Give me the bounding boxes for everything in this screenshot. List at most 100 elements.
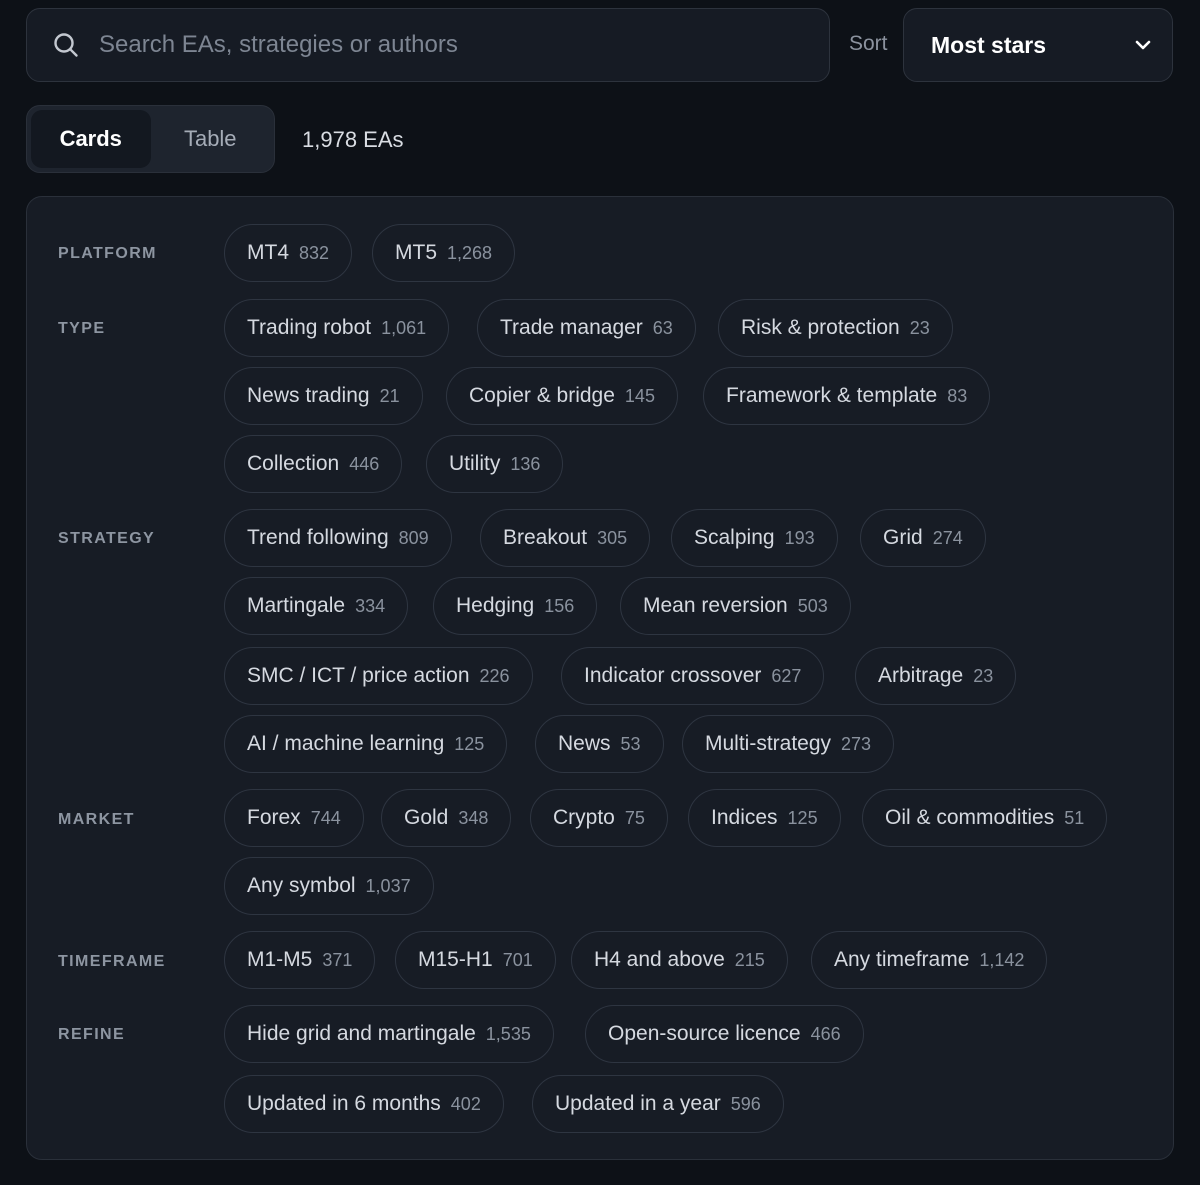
chip-count: 83 <box>947 385 968 406</box>
filter-chip-indices[interactable]: Indices 125 <box>688 789 841 847</box>
chip-count: 305 <box>597 527 628 548</box>
chip-count: 1,268 <box>447 242 493 263</box>
filter-chip-open-source-licence[interactable]: Open-source licence 466 <box>585 1005 864 1063</box>
chip-count: 832 <box>299 242 330 263</box>
chip-label: M15-H1 <box>418 948 493 971</box>
filter-chip-gold[interactable]: Gold 348 <box>381 789 512 847</box>
chip-count: 125 <box>787 807 818 828</box>
chip-label: Crypto <box>553 806 615 829</box>
search-bar[interactable] <box>26 8 830 82</box>
chip-count: 466 <box>810 1023 841 1044</box>
chip-count: 744 <box>310 807 341 828</box>
chip-count: 145 <box>624 385 655 406</box>
chip-count: 273 <box>841 733 872 754</box>
filter-chip-mt4[interactable]: MT4 832 <box>224 224 353 282</box>
filter-chip-m1-m5[interactable]: M1-M5 371 <box>224 931 376 989</box>
chip-count: 136 <box>510 453 541 474</box>
sort-select[interactable]: Most stars <box>903 8 1173 82</box>
chip-label: Trading robot <box>247 316 372 339</box>
filter-chip-any-symbol[interactable]: Any symbol 1,037 <box>224 857 434 915</box>
chip-label: News trading <box>247 384 370 407</box>
chip-count: 1,142 <box>979 949 1025 970</box>
chip-label: Arbitrage <box>878 664 964 687</box>
filter-chip-h4-and-above[interactable]: H4 and above 215 <box>571 931 788 989</box>
chip-label: Trend following <box>247 526 389 549</box>
chip-count: 348 <box>458 807 489 828</box>
filter-chip-any-timeframe[interactable]: Any timeframe 1,142 <box>811 931 1048 989</box>
filter-chip-scalping[interactable]: Scalping 193 <box>671 509 838 567</box>
chip-label: Mean reversion <box>643 594 788 617</box>
filter-chip-grid[interactable]: Grid 274 <box>860 509 986 567</box>
filter-chip-trend-following[interactable]: Trend following 809 <box>224 509 452 567</box>
chip-label: H4 and above <box>594 948 725 971</box>
filter-chip-collection[interactable]: Collection 446 <box>224 435 403 493</box>
filter-chip-mt5[interactable]: MT5 1,268 <box>372 224 516 282</box>
chip-label: Open-source licence <box>608 1022 801 1045</box>
chip-count: 23 <box>973 665 994 686</box>
search-input[interactable] <box>99 31 779 59</box>
filter-chip-m15-h1[interactable]: M15-H1 701 <box>395 931 556 989</box>
filter-chip-risk-protection[interactable]: Risk & protection 23 <box>718 299 953 357</box>
filter-chip-multi-strategy[interactable]: Multi-strategy 273 <box>682 715 895 773</box>
view-toggle: Cards Table <box>26 105 275 173</box>
chip-label: Multi-strategy <box>705 732 832 755</box>
filter-panel: PLATFORM TYPE STRATEGY MARKET TIMEFRAME … <box>26 196 1174 1160</box>
timeframe-section-label: TIMEFRAME <box>58 953 166 970</box>
chip-label: Grid <box>883 526 923 549</box>
chip-label: Forex <box>247 806 301 829</box>
chip-label: MT5 <box>395 241 437 264</box>
chip-count: 125 <box>454 733 485 754</box>
filter-chip-smc-ict-price-action[interactable]: SMC / ICT / price action 226 <box>224 647 533 705</box>
filter-chip-arbitrage[interactable]: Arbitrage 23 <box>855 647 1017 705</box>
filter-chip-martingale[interactable]: Martingale 334 <box>224 577 409 635</box>
filter-chip-oil-commodities[interactable]: Oil & commodities 51 <box>862 789 1108 847</box>
chip-label: Scalping <box>694 526 775 549</box>
chip-label: M1-M5 <box>247 948 313 971</box>
platform-section-label: PLATFORM <box>58 245 157 262</box>
filter-chip-updated-a-year[interactable]: Updated in a year 596 <box>532 1075 784 1133</box>
sort-selected-value: Most stars <box>931 31 1047 58</box>
chip-label: AI / machine learning <box>247 732 445 755</box>
filter-chip-news[interactable]: News 53 <box>535 715 664 773</box>
filter-chip-news-trading[interactable]: News trading 21 <box>224 367 423 425</box>
filter-chip-framework-template[interactable]: Framework & template 83 <box>703 367 991 425</box>
filter-chip-forex[interactable]: Forex 744 <box>224 789 364 847</box>
chip-count: 402 <box>450 1093 481 1114</box>
table-view-button[interactable]: Table <box>151 110 271 168</box>
chip-count: 63 <box>652 317 673 338</box>
chip-label: Any symbol <box>247 874 356 897</box>
filter-chip-ai-machine-learning[interactable]: AI / machine learning 125 <box>224 715 508 773</box>
filter-chip-crypto[interactable]: Crypto 75 <box>530 789 668 847</box>
chip-label: Trade manager <box>500 316 643 339</box>
filter-chip-hide-grid-martingale[interactable]: Hide grid and martingale 1,535 <box>224 1005 554 1063</box>
chip-count: 75 <box>624 807 645 828</box>
filter-chip-mean-reversion[interactable]: Mean reversion 503 <box>620 577 851 635</box>
chip-count: 53 <box>620 733 641 754</box>
chip-count: 156 <box>544 595 575 616</box>
cards-view-button[interactable]: Cards <box>31 110 151 168</box>
type-section-label: TYPE <box>58 320 106 337</box>
chip-label: Utility <box>449 452 501 475</box>
filter-chip-indicator-crossover[interactable]: Indicator crossover 627 <box>561 647 825 705</box>
chip-count: 627 <box>771 665 802 686</box>
chip-count: 1,535 <box>485 1023 531 1044</box>
chevron-down-icon <box>1135 40 1151 50</box>
chip-count: 226 <box>479 665 510 686</box>
filter-chip-hedging[interactable]: Hedging 156 <box>433 577 598 635</box>
chip-count: 371 <box>322 949 353 970</box>
filter-chip-updated-6-months[interactable]: Updated in 6 months 402 <box>224 1075 504 1133</box>
chip-count: 1,061 <box>381 317 427 338</box>
filter-chip-copier-bridge[interactable]: Copier & bridge 145 <box>446 367 678 425</box>
chip-label: Framework & template <box>726 384 938 407</box>
chip-count: 23 <box>909 317 930 338</box>
filter-chip-breakout[interactable]: Breakout 305 <box>480 509 651 567</box>
filter-chip-trading-robot[interactable]: Trading robot 1,061 <box>224 299 450 357</box>
chip-count: 503 <box>797 595 828 616</box>
chip-label: Updated in 6 months <box>247 1092 441 1115</box>
chip-label: Martingale <box>247 594 346 617</box>
refine-section-label: REFINE <box>58 1026 126 1043</box>
chip-label: Gold <box>404 806 449 829</box>
chip-label: SMC / ICT / price action <box>247 664 470 687</box>
filter-chip-trade-manager[interactable]: Trade manager 63 <box>477 299 696 357</box>
filter-chip-utility[interactable]: Utility 136 <box>426 435 564 493</box>
